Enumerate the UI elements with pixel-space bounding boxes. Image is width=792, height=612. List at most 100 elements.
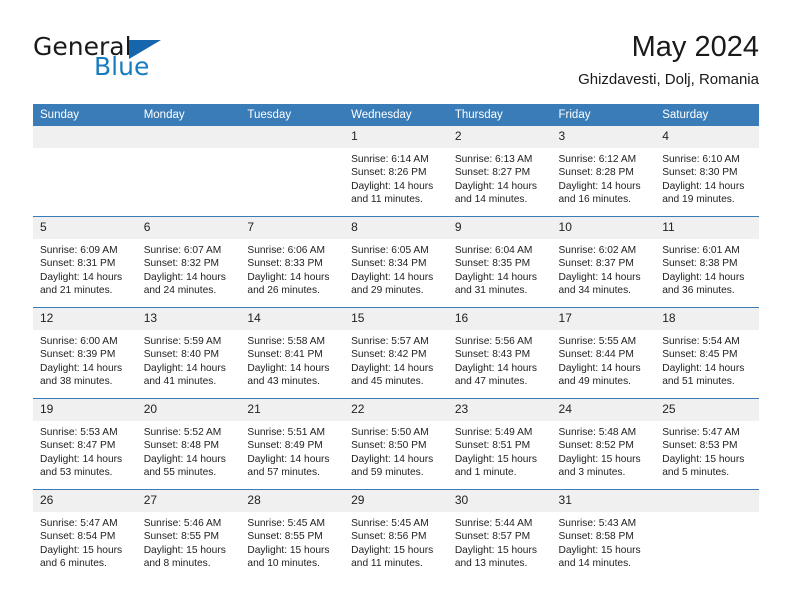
day-cell-inner: 13 Sunrise: 5:59 AM Sunset: 8:40 PM Dayligh… — [136, 308, 241, 398]
day-cell-inner — [33, 126, 137, 216]
calendar-day-cell[interactable]: 12 Sunrise: 6:00 AM Sunset: 8:39 PM Dayligh… — [33, 307, 137, 399]
sunset-text: Sunset: 8:32 PM — [143, 258, 220, 270]
calendar-day-cell[interactable]: 5 Sunrise: 6:09 AM Sunset: 8:31 PM Daylight… — [33, 216, 137, 308]
calendar-day-cell[interactable]: 25 Sunrise: 5:47 AM Sunset: 8:53 PM Dayligh… — [655, 398, 759, 490]
calendar-day-cell[interactable]: 24 Sunrise: 5:48 AM Sunset: 8:52 PM Dayligh… — [551, 398, 656, 490]
calendar-day-cell[interactable]: 20 Sunrise: 5:52 AM Sunset: 8:48 PM Dayligh… — [136, 398, 241, 490]
day-cell-inner: 20 Sunrise: 5:52 AM Sunset: 8:48 PM Dayligh… — [136, 399, 241, 489]
day-cell-inner: 12 Sunrise: 6:00 AM Sunset: 8:39 PM Dayligh… — [33, 308, 137, 398]
day-number — [655, 490, 759, 512]
daylight-text-line2: and 11 minutes. — [351, 193, 423, 205]
day-cell-inner: 18 Sunrise: 5:54 AM Sunset: 8:45 PM Dayligh… — [655, 308, 759, 398]
calendar-day-cell[interactable]: 2 Sunrise: 6:13 AM Sunset: 8:27 PM Daylight… — [447, 126, 552, 217]
sunrise-text: Sunrise: 5:47 AM — [40, 518, 118, 529]
day-cell-inner: 6 Sunrise: 6:07 AM Sunset: 8:32 PM Daylight… — [136, 217, 241, 307]
calendar-day-cell[interactable]: 22 Sunrise: 5:50 AM Sunset: 8:50 PM Dayligh… — [344, 398, 448, 490]
calendar-day-cell[interactable]: 21 Sunrise: 5:51 AM Sunset: 8:49 PM Dayligh… — [240, 398, 345, 490]
sunrise-text: Sunrise: 5:49 AM — [454, 427, 533, 438]
daylight-text-line1: Daylight: 14 hours — [454, 271, 537, 283]
daylight-text-line1: Daylight: 14 hours — [143, 271, 226, 283]
day-cell-inner: 11 Sunrise: 6:01 AM Sunset: 8:38 PM Dayligh… — [655, 217, 759, 307]
sunset-text: Sunset: 8:41 PM — [247, 349, 323, 361]
brand-logo[interactable]: General Blue — [33, 34, 253, 94]
calendar-day-cell[interactable]: 18 Sunrise: 5:54 AM Sunset: 8:45 PM Dayligh… — [655, 307, 759, 399]
daylight-text-line1: Daylight: 15 hours — [247, 544, 330, 556]
daylight-text-line2: and 3 minutes. — [558, 466, 626, 478]
day-cell-inner — [240, 126, 345, 216]
day-cell-details: Sunrise: 6:06 AM Sunset: 8:33 PM Daylight:… — [240, 239, 344, 297]
daylight-text-line2: and 57 minutes. — [247, 466, 320, 478]
sunrise-text: Sunrise: 6:04 AM — [454, 245, 533, 256]
calendar-day-cell[interactable]: 17 Sunrise: 5:55 AM Sunset: 8:44 PM Dayligh… — [551, 307, 656, 399]
day-cell-details: Sunrise: 6:09 AM Sunset: 8:31 PM Daylight:… — [33, 239, 137, 297]
daylight-text-line1: Daylight: 15 hours — [558, 453, 641, 465]
day-number — [136, 126, 241, 148]
daylight-text-line2: and 31 minutes. — [454, 284, 528, 296]
calendar-day-cell[interactable]: 10 Sunrise: 6:02 AM Sunset: 8:37 PM Dayligh… — [551, 216, 656, 308]
daylight-text-line2: and 55 minutes. — [143, 466, 217, 478]
calendar-day-cell[interactable]: 3 Sunrise: 6:12 AM Sunset: 8:28 PM Daylight… — [551, 126, 656, 217]
calendar-day-cell[interactable]: 15 Sunrise: 5:57 AM Sunset: 8:42 PM Dayligh… — [344, 307, 448, 399]
calendar-day-cell[interactable]: 9 Sunrise: 6:04 AM Sunset: 8:35 PM Daylight… — [447, 216, 552, 308]
sunset-text: Sunset: 8:52 PM — [558, 440, 634, 452]
sunrise-text: Sunrise: 5:43 AM — [558, 518, 637, 529]
sunset-text: Sunset: 8:54 PM — [40, 531, 116, 543]
sunset-text: Sunset: 8:51 PM — [454, 440, 531, 452]
sunset-text: Sunset: 8:50 PM — [351, 440, 427, 452]
calendar-day-cell[interactable]: 11 Sunrise: 6:01 AM Sunset: 8:38 PM Dayligh… — [655, 216, 759, 308]
calendar-day-cell[interactable]: 23 Sunrise: 5:49 AM Sunset: 8:51 PM Dayligh… — [447, 398, 552, 490]
daylight-text-line2: and 8 minutes. — [143, 557, 211, 569]
day-cell-details: Sunrise: 6:00 AM Sunset: 8:39 PM Daylight:… — [33, 330, 137, 388]
sunrise-text: Sunrise: 5:58 AM — [247, 336, 325, 347]
calendar-day-cell[interactable]: 28 Sunrise: 5:45 AM Sunset: 8:55 PM Dayligh… — [240, 489, 345, 580]
day-cell-details: Sunrise: 5:44 AM Sunset: 8:57 PM Daylight:… — [448, 512, 552, 570]
day-cell-details: Sunrise: 6:13 AM Sunset: 8:27 PM Daylight:… — [448, 148, 552, 206]
daylight-text-line1: Daylight: 14 hours — [247, 362, 330, 374]
sunset-text: Sunset: 8:31 PM — [40, 258, 116, 270]
calendar-day-cell[interactable]: 4 Sunrise: 6:10 AM Sunset: 8:30 PM Daylight… — [655, 126, 759, 217]
day-cell-details: Sunrise: 5:57 AM Sunset: 8:42 PM Daylight:… — [344, 330, 448, 388]
calendar-day-cell[interactable]: 1 Sunrise: 6:14 AM Sunset: 8:26 PM Daylight… — [344, 126, 448, 217]
calendar-day-cell[interactable]: 7 Sunrise: 6:06 AM Sunset: 8:33 PM Daylight… — [240, 216, 345, 308]
daylight-text-line2: and 21 minutes. — [40, 284, 113, 296]
sunset-text: Sunset: 8:34 PM — [351, 258, 427, 270]
weekday-header-wednesday: Wednesday — [344, 104, 448, 126]
brand-name-secondary: Blue — [94, 52, 150, 81]
day-number — [240, 126, 345, 148]
sunset-text: Sunset: 8:44 PM — [558, 349, 634, 361]
daylight-text-line1: Daylight: 14 hours — [351, 362, 434, 374]
daylight-text-line1: Daylight: 14 hours — [143, 362, 226, 374]
day-cell-details: Sunrise: 6:10 AM Sunset: 8:30 PM Daylight:… — [655, 148, 759, 206]
calendar-day-cell[interactable]: 27 Sunrise: 5:46 AM Sunset: 8:55 PM Dayligh… — [136, 489, 241, 580]
day-number: 25 — [655, 399, 759, 421]
weekday-header-thursday: Thursday — [447, 104, 552, 126]
calendar-day-cell[interactable]: 6 Sunrise: 6:07 AM Sunset: 8:32 PM Daylight… — [136, 216, 241, 308]
sunrise-text: Sunrise: 6:13 AM — [454, 154, 533, 165]
sunrise-text: Sunrise: 5:50 AM — [351, 427, 429, 438]
daylight-text-line1: Daylight: 14 hours — [558, 271, 641, 283]
calendar-day-cell[interactable]: 16 Sunrise: 5:56 AM Sunset: 8:43 PM Dayligh… — [447, 307, 552, 399]
calendar-day-cell[interactable]: 30 Sunrise: 5:44 AM Sunset: 8:57 PM Dayligh… — [447, 489, 552, 580]
sunset-text: Sunset: 8:27 PM — [454, 167, 531, 179]
day-cell-inner: 3 Sunrise: 6:12 AM Sunset: 8:28 PM Daylight… — [551, 126, 656, 216]
calendar-day-cell[interactable]: 19 Sunrise: 5:53 AM Sunset: 8:47 PM Dayligh… — [33, 398, 137, 490]
calendar-day-cell[interactable]: 29 Sunrise: 5:45 AM Sunset: 8:56 PM Dayligh… — [344, 489, 448, 580]
sunrise-text: Sunrise: 5:45 AM — [351, 518, 429, 529]
calendar-day-cell[interactable]: 8 Sunrise: 6:05 AM Sunset: 8:34 PM Daylight… — [344, 216, 448, 308]
day-cell-details: Sunrise: 5:56 AM Sunset: 8:43 PM Daylight:… — [448, 330, 552, 388]
day-cell-details: Sunrise: 6:12 AM Sunset: 8:28 PM Daylight:… — [552, 148, 656, 206]
calendar-day-cell[interactable]: 31 Sunrise: 5:43 AM Sunset: 8:58 PM Dayligh… — [551, 489, 656, 580]
calendar-day-cell[interactable]: 14 Sunrise: 5:58 AM Sunset: 8:41 PM Dayligh… — [240, 307, 345, 399]
daylight-text-line2: and 24 minutes. — [143, 284, 217, 296]
day-cell-details: Sunrise: 6:01 AM Sunset: 8:38 PM Daylight:… — [655, 239, 759, 297]
sunset-text: Sunset: 8:35 PM — [454, 258, 531, 270]
daylight-text-line2: and 36 minutes. — [662, 284, 735, 296]
calendar-day-cell[interactable]: 13 Sunrise: 5:59 AM Sunset: 8:40 PM Dayligh… — [136, 307, 241, 399]
daylight-text-line1: Daylight: 14 hours — [454, 180, 537, 192]
daylight-text-line2: and 29 minutes. — [351, 284, 424, 296]
day-cell-details: Sunrise: 5:58 AM Sunset: 8:41 PM Daylight:… — [240, 330, 344, 388]
daylight-text-line2: and 49 minutes. — [558, 375, 632, 387]
day-cell-inner: 5 Sunrise: 6:09 AM Sunset: 8:31 PM Daylight… — [33, 217, 137, 307]
calendar-day-cell[interactable]: 26 Sunrise: 5:47 AM Sunset: 8:54 PM Dayligh… — [33, 489, 137, 580]
sunrise-text: Sunrise: 5:46 AM — [143, 518, 222, 529]
